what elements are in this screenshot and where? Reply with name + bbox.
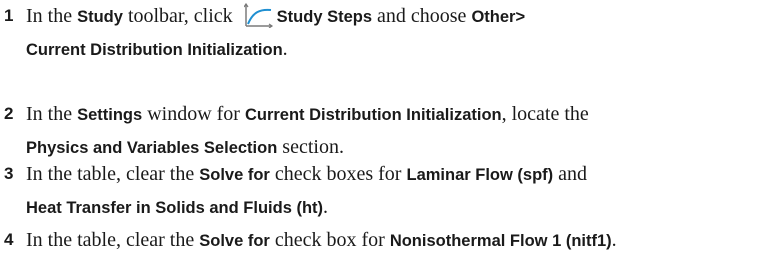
step-text: In the table, clear the Solve for check … (26, 224, 771, 257)
study-steps-ref: Study Steps (276, 8, 373, 26)
study-steps-icon (243, 2, 274, 29)
step-text: In the Study toolbar, click Study Steps … (26, 0, 771, 66)
step-text: In the table, clear the Solve for check … (26, 158, 771, 224)
step-number: 3 (4, 164, 14, 183)
step-text-run: . (282, 38, 288, 60)
step-text-run: In the (26, 5, 78, 27)
step-text-run: toolbar, click (122, 5, 238, 27)
heat-transfer-ref: Heat Transfer in Solids and Fluids (ht) (26, 199, 324, 217)
step-text-run: , locate the (501, 103, 589, 125)
step-text-run: check boxes for (269, 163, 407, 185)
step-text-run: In the table, clear the (26, 229, 200, 251)
current-distribution-init-ref: Current Distribution Initialization (26, 41, 283, 59)
step-text-run: section. (277, 136, 344, 158)
physics-variables-section-ref: Physics and Variables Selection (26, 139, 278, 157)
solve-for-ref: Solve for (199, 232, 270, 250)
settings-window-ref: Settings (77, 106, 143, 124)
step-text-run: In the table, clear the (26, 163, 200, 185)
step-text-run: check box for (269, 229, 390, 251)
study-toolbar-ref: Study (77, 8, 123, 26)
step-text-run: and (553, 163, 588, 185)
step-number: 4 (4, 230, 14, 249)
step-text: In the Settings window for Current Distr… (26, 98, 771, 164)
step-text-run: In the (26, 103, 78, 125)
step-text-run: and choose (372, 5, 472, 27)
step-number: 1 (4, 6, 14, 25)
nonisothermal-flow-ref: Nonisothermal Flow 1 (nitf1) (389, 232, 612, 250)
other-menu-ref: Other> (471, 8, 526, 26)
step-text-run: . (323, 196, 329, 218)
step-text-run: window for (142, 103, 245, 125)
solve-for-ref: Solve for (199, 166, 270, 184)
step-text-run: . (611, 229, 617, 251)
current-distribution-init-ref: Current Distribution Initialization (244, 106, 502, 124)
laminar-flow-ref: Laminar Flow (spf) (406, 166, 554, 184)
step-number: 2 (4, 104, 14, 123)
